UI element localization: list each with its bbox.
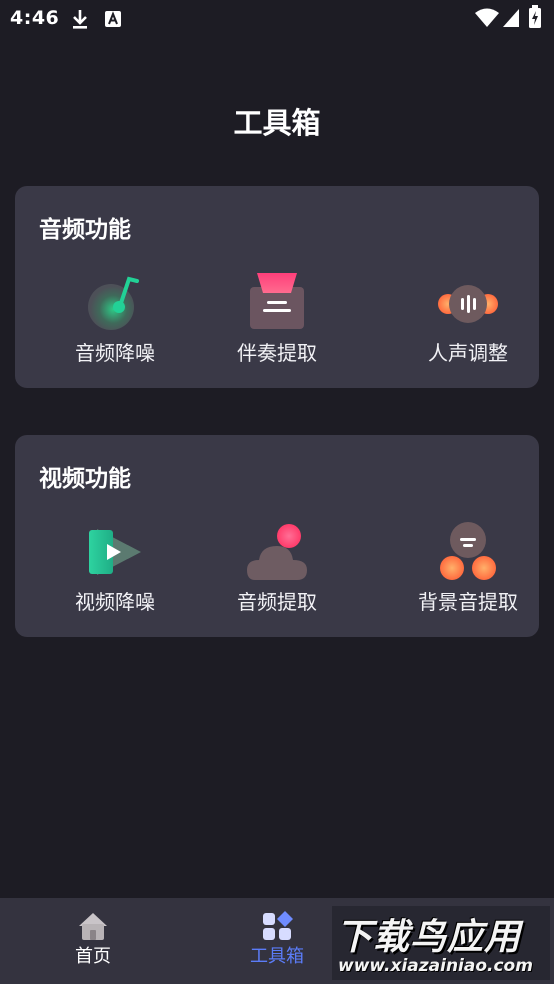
audio-extract-button[interactable]: 音频提取 xyxy=(192,520,362,620)
a-notification-icon xyxy=(105,11,121,27)
watermark: 下载鸟应用 www.xiazainiao.com xyxy=(332,906,550,980)
accompaniment-extract-button[interactable]: 伴奏提取 xyxy=(192,271,362,371)
accompaniment-extract-icon xyxy=(250,273,304,329)
background-sound-extract-label: 背景音提取 xyxy=(418,590,518,614)
download-icon xyxy=(73,10,87,29)
vocal-adjust-button[interactable]: 人声调整 xyxy=(383,271,553,371)
video-section-card: 视频功能 视频降噪 音频提取 背景音提取 xyxy=(15,435,539,637)
status-time: 4:46 xyxy=(10,7,60,29)
audio-denoise-label: 音频降噪 xyxy=(75,341,155,365)
audio-section-title: 音频功能 xyxy=(39,217,131,243)
nav-label-toolbox: 工具箱 xyxy=(250,946,304,967)
audio-denoise-button[interactable]: 音频降噪 xyxy=(30,271,200,371)
watermark-url: www.xiazainiao.com xyxy=(338,956,533,976)
nav-item-home[interactable]: 首页 xyxy=(33,898,153,984)
status-bar: 4:46 xyxy=(0,0,554,38)
nav-item-toolbox[interactable]: 工具箱 xyxy=(217,898,337,984)
wifi-icon xyxy=(475,8,499,27)
toolbox-icon xyxy=(263,911,293,940)
watermark-title: 下载鸟应用 xyxy=(336,917,522,958)
background-sound-extract-icon xyxy=(440,522,496,580)
home-icon xyxy=(79,913,107,940)
video-denoise-icon xyxy=(89,529,141,575)
video-denoise-label: 视频降噪 xyxy=(75,590,155,614)
battery-charging-icon xyxy=(529,5,541,28)
audio-extract-icon xyxy=(247,524,307,580)
video-section-title: 视频功能 xyxy=(39,466,131,492)
audio-section-card: 音频功能 音频降噪 伴奏提取 人声调整 xyxy=(15,186,539,388)
background-sound-extract-button[interactable]: 背景音提取 xyxy=(383,520,553,620)
vocal-adjust-icon xyxy=(438,285,498,323)
accompaniment-extract-label: 伴奏提取 xyxy=(237,341,317,365)
signal-icon xyxy=(503,9,519,27)
audio-extract-label: 音频提取 xyxy=(237,590,317,614)
audio-denoise-icon xyxy=(88,276,139,330)
nav-label-home: 首页 xyxy=(75,946,111,967)
vocal-adjust-label: 人声调整 xyxy=(428,341,508,365)
video-denoise-button[interactable]: 视频降噪 xyxy=(30,520,200,620)
page-title: 工具箱 xyxy=(233,106,321,140)
